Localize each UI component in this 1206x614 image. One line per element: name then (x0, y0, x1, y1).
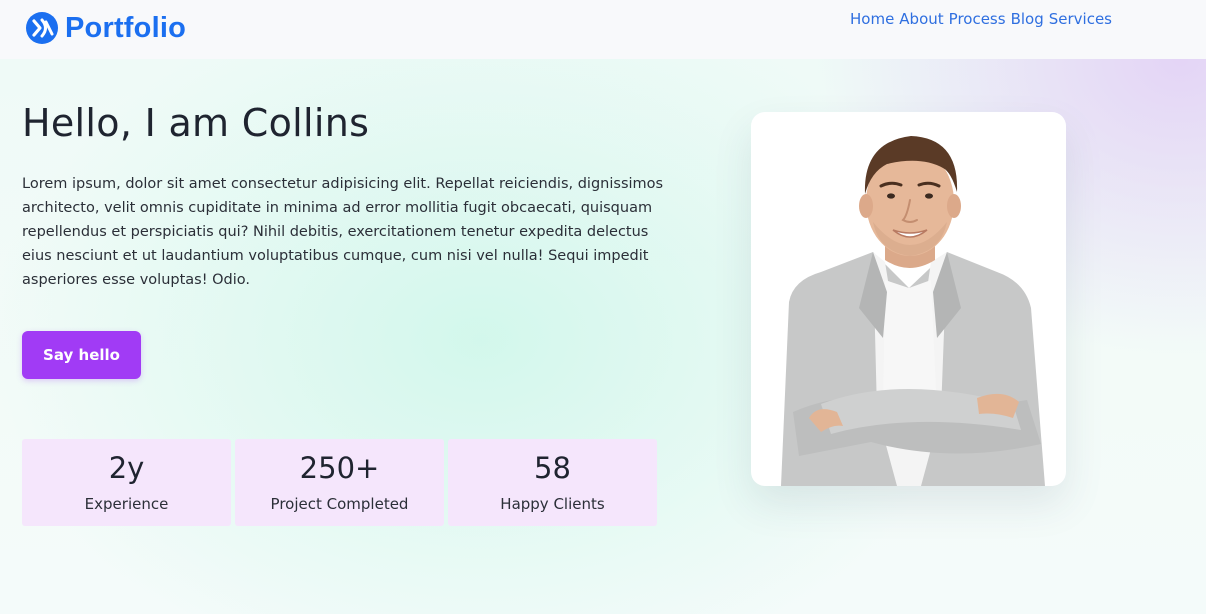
stat-card-projects: 250+ Project Completed (235, 439, 444, 526)
brand-name: Portfolio (65, 11, 187, 44)
stat-card-clients: 58 Happy Clients (448, 439, 657, 526)
say-hello-button[interactable]: Say hello (22, 331, 141, 379)
nav-about[interactable]: About (899, 10, 943, 28)
stat-label: Happy Clients (500, 495, 605, 513)
hero-description: Lorem ipsum, dolor sit amet consectetur … (22, 176, 664, 288)
profile-photo (751, 112, 1066, 486)
nav-home[interactable]: Home (850, 10, 894, 28)
stat-value: 58 (534, 451, 571, 485)
stat-value: 250+ (299, 451, 380, 485)
person-portrait-illustration (781, 136, 1045, 486)
brand-logo-icon (26, 12, 58, 44)
navbar: Portfolio Home About Process Blog Servic… (0, 0, 1206, 59)
stats-row: 2y Experience 250+ Project Completed 58 … (22, 439, 657, 526)
brand-link[interactable]: Portfolio (25, 9, 186, 47)
stat-value: 2y (108, 451, 145, 485)
main-nav: Home About Process Blog Services (850, 10, 1112, 28)
stat-label: Project Completed (270, 495, 409, 513)
stat-label: Experience (84, 495, 169, 513)
hero-title: Hello, I am Collins (22, 101, 370, 145)
stat-card-experience: 2y Experience (22, 439, 231, 526)
nav-blog[interactable]: Blog (1011, 10, 1044, 28)
nav-process[interactable]: Process (949, 10, 1006, 28)
nav-services[interactable]: Services (1049, 10, 1112, 28)
